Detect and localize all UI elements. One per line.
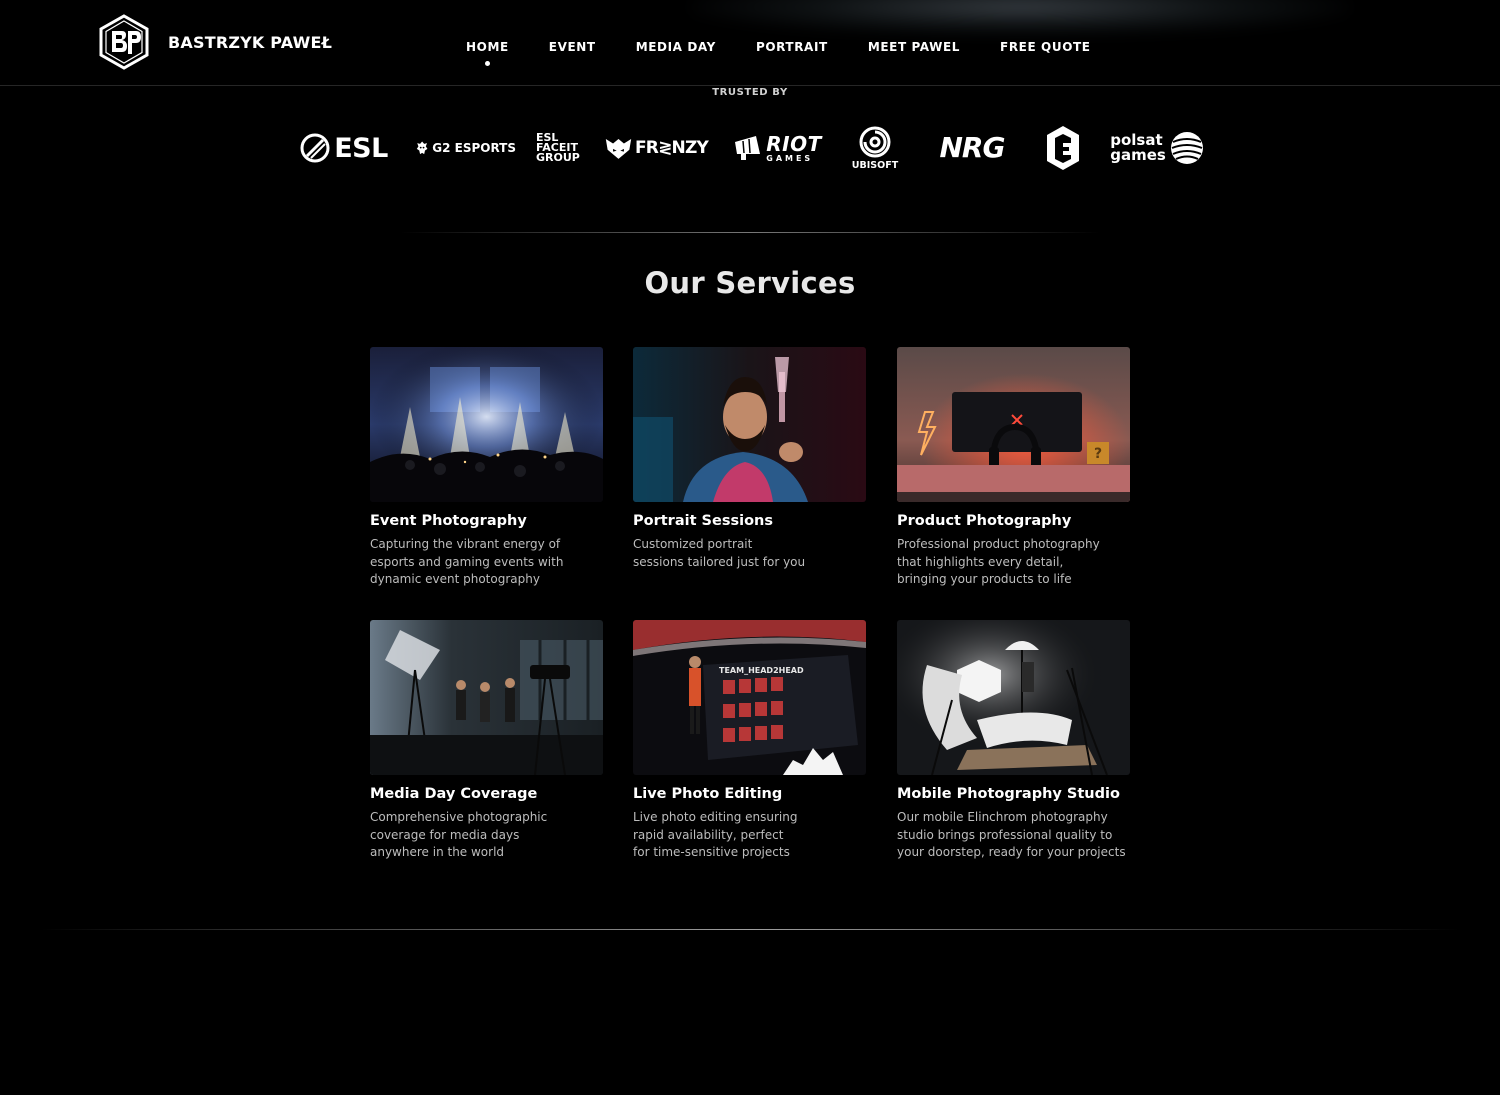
service-card-portrait[interactable]: Portrait Sessions Customized portrait se… — [633, 347, 866, 571]
polsat-globe-icon — [1170, 132, 1203, 164]
event-photo-graphic — [370, 347, 603, 502]
nav-portrait-label: PORTRAIT — [755, 40, 828, 54]
brand[interactable]: BASTRZYK PAWEŁ — [98, 14, 332, 70]
bp-hexagon-logo-icon — [99, 14, 149, 70]
polsat-line-2: games — [1110, 146, 1166, 164]
nrg-logo-text: NRG — [939, 131, 1006, 164]
riot-games-logo: RIOT GAMES — [731, 118, 823, 178]
portrait-photo-image — [633, 347, 866, 502]
efg-line-3: GROUP — [536, 151, 580, 164]
nav-event-label: EVENT — [548, 40, 596, 54]
section-divider-top — [400, 232, 1100, 233]
partner-logos: ESL G2 ESPORTS ESL FACEIT GROUP FR≷NZY R… — [290, 118, 1210, 178]
media-day-photo-image — [370, 620, 603, 775]
riot-line-1: RIOT — [766, 131, 822, 156]
service-title: Media Day Coverage — [370, 786, 538, 802]
service-description: Our mobile Elinchrom photography studio … — [897, 810, 1126, 859]
service-description: Capturing the vibrant energy of esports … — [370, 537, 564, 586]
service-title: Mobile Photography Studio — [897, 786, 1120, 802]
service-description: Live photo editing ensuring rapid availa… — [633, 810, 798, 859]
header-glow-decoration — [690, 0, 1350, 36]
frenzy-wolf-icon — [605, 138, 632, 159]
nav-free-quote-label: FREE QUOTE — [1000, 40, 1091, 54]
nav-meet-pawel[interactable]: MEET PAWEL — [848, 40, 980, 54]
service-title: Portrait Sessions — [633, 513, 773, 529]
service-title: Live Photo Editing — [633, 786, 783, 802]
service-description: Comprehensive photographic coverage for … — [370, 810, 548, 859]
team-head2head-screen-text: TEAM_HEAD2HEAD — [719, 666, 804, 675]
esl-faceit-group-logo: ESL FACEIT GROUP — [536, 118, 582, 178]
frenzy-logo: FR≷NZY — [604, 118, 709, 178]
nav-home[interactable]: HOME — [446, 40, 529, 66]
live-editing-photo-graphic: TEAM_HEAD2HEAD — [633, 620, 866, 775]
ubisoft-logo-text: UBISOFT — [851, 159, 899, 171]
nav-portrait[interactable]: PORTRAIT — [736, 40, 848, 54]
product-photo-image: ? — [897, 347, 1130, 502]
trusted-by-label: TRUSTED BY — [712, 87, 788, 98]
ubisoft-logo: UBISOFT — [846, 118, 904, 178]
mobile-studio-photo-graphic — [897, 620, 1130, 775]
service-card-product[interactable]: ? Product Photography Professional produ… — [897, 347, 1130, 589]
g2-samurai-icon — [416, 141, 428, 155]
service-card-event[interactable]: Event Photography Capturing the vibrant … — [370, 347, 603, 589]
nav-meet-pawel-label: MEET PAWEL — [867, 40, 961, 54]
live-editing-photo-image: TEAM_HEAD2HEAD — [633, 620, 866, 775]
event-photo-image — [370, 347, 603, 502]
polsat-games-logo: polsat games — [1108, 118, 1206, 178]
site-header: BASTRZYK PAWEŁ HOME EVENT MEDIA DAY PORT… — [0, 0, 1500, 86]
mobile-studio-photo-image — [897, 620, 1130, 775]
section-divider-bottom — [40, 929, 1460, 930]
service-card-live-editing[interactable]: TEAM_HEAD2HEAD Live Photo Editing Live p… — [633, 620, 866, 862]
esl-logo-text: ESL — [334, 132, 388, 164]
services-title: Our Services — [644, 266, 856, 300]
evil-geniuses-icon — [1047, 126, 1079, 170]
frenzy-logo-text: FR≷NZY — [634, 137, 709, 158]
nav-media-day[interactable]: MEDIA DAY — [616, 40, 736, 54]
ubisoft-swirl-icon — [859, 126, 891, 158]
service-title: Event Photography — [370, 513, 527, 529]
portrait-photo-graphic — [633, 347, 866, 502]
nav-active-indicator — [484, 61, 490, 66]
nrg-logo: NRG — [930, 118, 1014, 178]
g2-logo-text: G2 ESPORTS — [432, 141, 516, 155]
riot-fist-icon — [735, 136, 761, 160]
service-card-media-day[interactable]: Media Day Coverage Comprehensive photogr… — [370, 620, 603, 862]
esl-logo: ESL — [296, 118, 392, 178]
g2-esports-logo: G2 ESPORTS — [416, 118, 516, 178]
main-nav: HOME EVENT MEDIA DAY PORTRAIT MEET PAWEL… — [446, 40, 1111, 66]
product-photo-graphic: ? — [897, 347, 1130, 502]
brand-name: BASTRZYK PAWEŁ — [168, 32, 333, 52]
service-card-mobile-studio[interactable]: Mobile Photography Studio Our mobile Eli… — [897, 620, 1130, 862]
svg-text:?: ? — [1094, 446, 1102, 462]
evil-geniuses-logo — [1042, 118, 1084, 178]
nav-media-day-label: MEDIA DAY — [635, 40, 716, 54]
media-day-photo-graphic — [370, 620, 603, 775]
nav-event[interactable]: EVENT — [529, 40, 616, 54]
service-description: Customized portrait sessions tailored ju… — [633, 537, 806, 569]
service-title: Product Photography — [897, 513, 1072, 529]
service-description: Professional product photography that hi… — [897, 537, 1100, 586]
nav-home-label: HOME — [466, 40, 509, 54]
nav-free-quote[interactable]: FREE QUOTE — [980, 40, 1111, 54]
esl-mark-icon — [300, 133, 330, 163]
riot-line-2: GAMES — [766, 153, 814, 163]
